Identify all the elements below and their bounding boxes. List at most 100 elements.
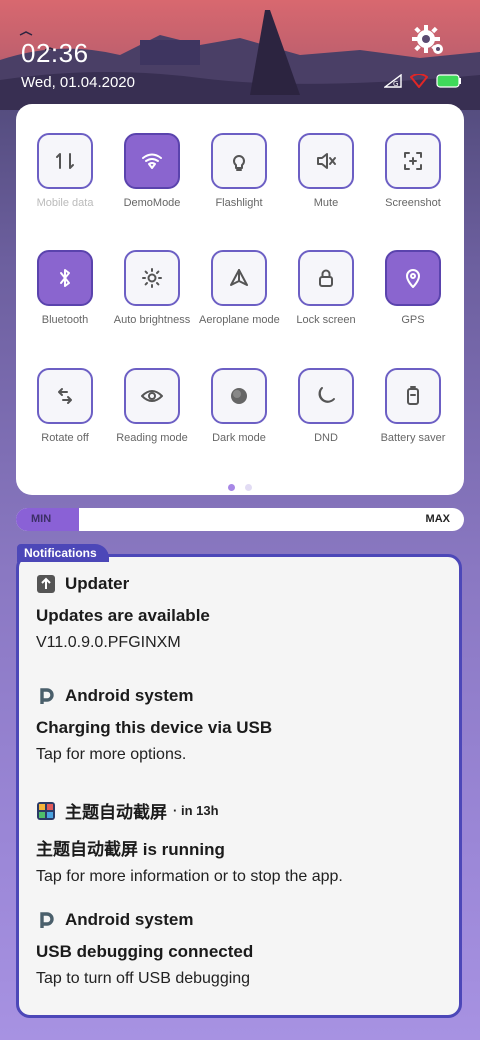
notification-app-name: 主题自动截屏 xyxy=(65,803,167,822)
status-time: 02:36 xyxy=(21,38,89,68)
tile-button[interactable] xyxy=(211,133,267,189)
notification-app-row: 主题自动截屏 · in 13h xyxy=(36,798,456,823)
lock-icon xyxy=(319,269,333,287)
tile-button[interactable] xyxy=(124,133,180,189)
tile-button[interactable] xyxy=(298,133,354,189)
notification-panel: Updater Updates are available V11.0.9.0.… xyxy=(16,554,462,1018)
screenshot-icon xyxy=(404,152,422,170)
tile-label: Dark mode xyxy=(212,432,266,444)
brightness-icon xyxy=(142,268,162,288)
rotate-icon xyxy=(58,388,72,404)
tile-button[interactable] xyxy=(124,368,180,424)
tile-button[interactable] xyxy=(298,368,354,424)
tile-screenshot[interactable]: Screenshot xyxy=(373,133,453,209)
notification-app-row: Android system xyxy=(36,686,456,706)
tile-flashlight[interactable]: Flashlight xyxy=(199,133,279,209)
tile-mute[interactable]: Mute xyxy=(286,133,366,209)
tile-aeroplane-mode[interactable]: Aeroplane mode xyxy=(199,250,280,326)
status-date: Wed, 01.04.2020 xyxy=(21,74,135,91)
tile-label: Screenshot xyxy=(385,197,441,209)
tile-dnd[interactable]: DND xyxy=(286,368,366,444)
battery-saver-icon xyxy=(407,386,419,405)
tile-button[interactable] xyxy=(385,133,441,189)
tile-button[interactable] xyxy=(385,368,441,424)
tile-label: Aeroplane mode xyxy=(199,314,280,326)
mute-icon xyxy=(317,153,336,169)
tile-button[interactable] xyxy=(385,250,441,306)
notification-app-row: Updater xyxy=(36,574,456,594)
moon-icon xyxy=(318,387,335,403)
page-dot-2[interactable] xyxy=(245,484,252,491)
tile-bluetooth[interactable]: Bluetooth xyxy=(25,250,105,326)
update-arrow-icon xyxy=(36,574,56,594)
tile-label: Flashlight xyxy=(215,197,263,209)
tile-demomode[interactable]: DemoMode xyxy=(112,133,192,209)
notifications-header: Notifications xyxy=(17,544,109,562)
tile-reading-mode[interactable]: Reading mode xyxy=(112,368,192,444)
tile-label: GPS xyxy=(401,314,425,326)
bluetooth-icon xyxy=(60,269,70,287)
tile-label: Mute xyxy=(313,197,339,209)
tile-rotate-off[interactable]: Rotate off xyxy=(25,368,105,444)
notification-title: 主题自动截屏 is running xyxy=(36,840,225,859)
notification-item[interactable]: Updater Updates are available V11.0.9.0.… xyxy=(36,574,456,652)
tile-label: Rotate off xyxy=(41,432,89,444)
tile-button[interactable] xyxy=(37,133,93,189)
page-indicator xyxy=(228,484,252,491)
tile-button[interactable] xyxy=(124,250,180,306)
theme-app-icon xyxy=(36,801,56,821)
eye-icon xyxy=(141,390,163,402)
notification-text: Tap for more options. xyxy=(36,746,187,763)
tile-label: Lock screen xyxy=(296,314,356,326)
android-p-icon xyxy=(36,686,56,706)
tile-label: Reading mode xyxy=(116,432,188,444)
tile-lock-screen[interactable]: Lock screen xyxy=(286,250,366,326)
tile-label: Mobile data xyxy=(36,197,94,209)
notification-title: USB debugging connected xyxy=(36,942,254,961)
wifi-status-icon xyxy=(410,74,428,88)
mobile-data-icon xyxy=(56,153,74,169)
tile-label: Auto brightness xyxy=(113,314,191,326)
tile-mobile-data[interactable]: Mobile data xyxy=(25,133,105,209)
tile-label: Battery saver xyxy=(380,432,446,444)
android-p-icon xyxy=(36,910,56,930)
notification-app-row: Android system xyxy=(36,910,456,930)
signal-icon: G xyxy=(384,74,402,88)
wifi-icon xyxy=(142,153,162,169)
tile-button[interactable] xyxy=(211,368,267,424)
status-icons: G xyxy=(384,74,462,88)
flashlight-icon xyxy=(233,155,245,171)
quick-settings-panel: Mobile data DemoMode Flashlight Mute Screens… xyxy=(16,104,464,495)
tile-auto-brightness[interactable]: Auto brightness xyxy=(112,250,192,326)
notification-time: · in 13h xyxy=(173,803,219,818)
tile-button[interactable] xyxy=(298,250,354,306)
tile-button[interactable] xyxy=(37,368,93,424)
brightness-slider[interactable]: MIN MAX xyxy=(16,508,464,531)
notification-app-name: Android system xyxy=(65,686,194,705)
tile-button[interactable] xyxy=(37,250,93,306)
tile-battery-saver[interactable]: Battery saver xyxy=(373,368,453,444)
notification-text: Tap to turn off USB debugging xyxy=(36,970,251,987)
tile-label: DemoMode xyxy=(123,197,181,209)
notification-app-name: Updater xyxy=(65,574,130,593)
tile-gps[interactable]: GPS xyxy=(373,250,453,326)
battery-icon xyxy=(436,74,461,88)
dark-mode-icon xyxy=(231,388,247,404)
tile-label: DND xyxy=(314,432,338,444)
notification-title: Updates are available xyxy=(36,606,210,625)
brightness-min-label: MIN xyxy=(31,513,52,525)
tile-dark-mode[interactable]: Dark mode xyxy=(199,368,279,444)
brightness-max-label: MAX xyxy=(425,513,450,525)
tile-label: Bluetooth xyxy=(41,314,89,326)
airplane-icon xyxy=(230,269,248,286)
notification-item[interactable]: Android system Charging this device via … xyxy=(36,686,456,764)
notification-item[interactable]: Android system USB debugging connected T… xyxy=(36,910,456,988)
settings-gear-icon[interactable] xyxy=(410,22,446,58)
notification-text: Tap for more information or to stop the … xyxy=(36,868,343,885)
tile-button[interactable] xyxy=(211,250,267,306)
location-icon xyxy=(406,269,420,288)
notification-item[interactable]: 主题自动截屏 · in 13h 主题自动截屏 is running Tap fo… xyxy=(36,798,456,886)
page-dot-1[interactable] xyxy=(228,484,235,491)
notification-app-name: Android system xyxy=(65,910,194,929)
notification-title: Charging this device via USB xyxy=(36,718,273,737)
